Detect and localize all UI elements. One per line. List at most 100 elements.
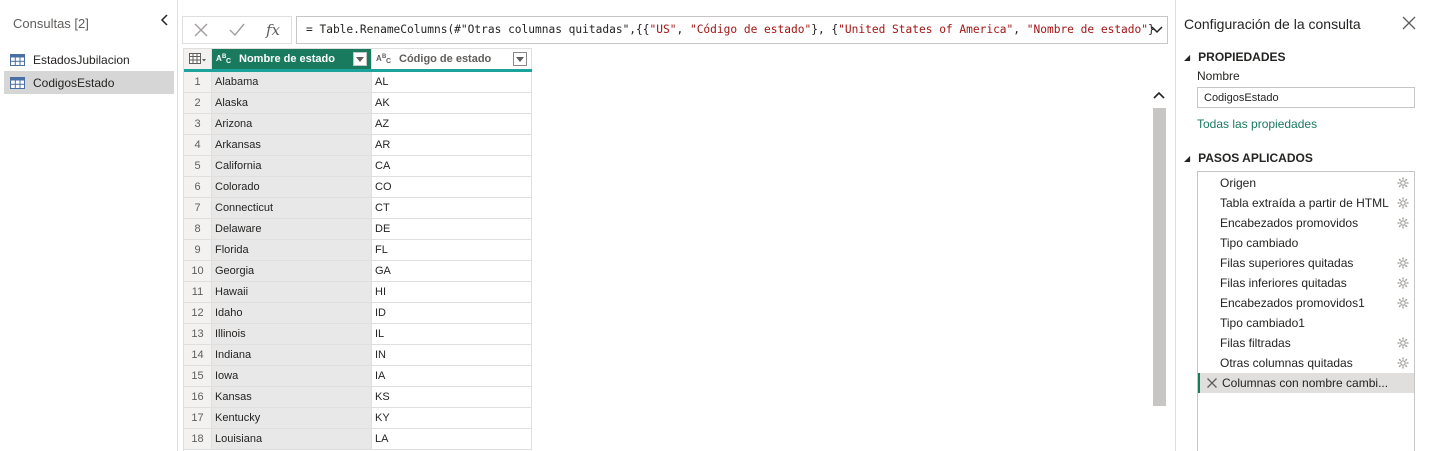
table-row[interactable]: 2 Alaska AK	[184, 93, 532, 114]
applied-step[interactable]: Filas inferiores quitadas	[1198, 273, 1414, 293]
cell-nombre-de-estado[interactable]: Delaware	[212, 219, 372, 239]
applied-step[interactable]: Filas filtradas	[1198, 333, 1414, 353]
cell-codigo-de-estado[interactable]: LA	[372, 429, 532, 449]
cell-nombre-de-estado[interactable]: Georgia	[212, 261, 372, 281]
step-settings-gear-icon[interactable]	[1397, 217, 1409, 229]
query-item-codigosestado[interactable]: CodigosEstado	[4, 71, 174, 94]
table-row[interactable]: 15 Iowa IA	[184, 366, 532, 387]
insert-function-fx-icon[interactable]: fx	[255, 17, 291, 43]
row-number[interactable]: 13	[184, 324, 212, 344]
cell-nombre-de-estado[interactable]: Kentucky	[212, 408, 372, 428]
text-type-icon[interactable]: ABC	[215, 52, 235, 67]
collapse-triangle-icon[interactable]: ◢	[1184, 154, 1190, 163]
row-number[interactable]: 14	[184, 345, 212, 365]
cell-nombre-de-estado[interactable]: Illinois	[212, 324, 372, 344]
table-row[interactable]: 3 Arizona AZ	[184, 114, 532, 135]
delete-step-close-icon[interactable]	[1206, 377, 1218, 389]
applied-step[interactable]: Origen	[1198, 173, 1414, 193]
cell-nombre-de-estado[interactable]: Arkansas	[212, 135, 372, 155]
table-row[interactable]: 8 Delaware DE	[184, 219, 532, 240]
cell-nombre-de-estado[interactable]: Kansas	[212, 387, 372, 407]
cell-nombre-de-estado[interactable]: Florida	[212, 240, 372, 260]
step-settings-gear-icon[interactable]	[1397, 177, 1409, 189]
step-settings-gear-icon[interactable]	[1397, 197, 1409, 209]
cell-nombre-de-estado[interactable]: Iowa	[212, 366, 372, 386]
column-header-codigo-de-estado[interactable]: ABC Código de estado	[372, 48, 532, 69]
row-number[interactable]: 11	[184, 282, 212, 302]
row-number[interactable]: 17	[184, 408, 212, 428]
cell-nombre-de-estado[interactable]: Alabama	[212, 72, 372, 92]
cell-codigo-de-estado[interactable]: IA	[372, 366, 532, 386]
applied-step[interactable]: Tabla extraída a partir de HTML	[1198, 193, 1414, 213]
cell-codigo-de-estado[interactable]: AL	[372, 72, 532, 92]
row-number[interactable]: 7	[184, 198, 212, 218]
table-row[interactable]: 14 Indiana IN	[184, 345, 532, 366]
table-row[interactable]: 5 California CA	[184, 156, 532, 177]
applied-step[interactable]: Tipo cambiado1	[1198, 313, 1414, 333]
cell-codigo-de-estado[interactable]: FL	[372, 240, 532, 260]
row-number[interactable]: 5	[184, 156, 212, 176]
scroll-up-chevron-icon[interactable]	[1152, 86, 1166, 104]
row-number[interactable]: 8	[184, 219, 212, 239]
cell-codigo-de-estado[interactable]: GA	[372, 261, 532, 281]
row-number[interactable]: 9	[184, 240, 212, 260]
scrollbar-thumb[interactable]	[1153, 108, 1166, 406]
cell-codigo-de-estado[interactable]: CA	[372, 156, 532, 176]
applied-steps-section-header[interactable]: ◢ PASOS APLICADOS	[1184, 151, 1313, 165]
commit-formula-check-icon[interactable]	[219, 17, 255, 43]
row-number[interactable]: 15	[184, 366, 212, 386]
table-row[interactable]: 6 Colorado CO	[184, 177, 532, 198]
table-row[interactable]: 11 Hawaii HI	[184, 282, 532, 303]
table-row[interactable]: 12 Idaho ID	[184, 303, 532, 324]
formula-expand-chevron-down-icon[interactable]	[1150, 23, 1164, 37]
filter-dropdown-icon[interactable]	[513, 52, 527, 66]
cell-nombre-de-estado[interactable]: Alaska	[212, 93, 372, 113]
cell-codigo-de-estado[interactable]: AK	[372, 93, 532, 113]
cell-nombre-de-estado[interactable]: Hawaii	[212, 282, 372, 302]
row-number[interactable]: 18	[184, 429, 212, 449]
column-header-nombre-de-estado[interactable]: ABC Nombre de estado	[212, 48, 372, 69]
table-row[interactable]: 10 Georgia GA	[184, 261, 532, 282]
query-name-input[interactable]	[1197, 87, 1415, 108]
cell-nombre-de-estado[interactable]: Idaho	[212, 303, 372, 323]
collapse-queries-chevron-left-icon[interactable]	[157, 13, 173, 33]
step-settings-gear-icon[interactable]	[1397, 277, 1409, 289]
cell-codigo-de-estado[interactable]: IN	[372, 345, 532, 365]
step-settings-gear-icon[interactable]	[1397, 337, 1409, 349]
collapse-triangle-icon[interactable]: ◢	[1184, 53, 1190, 62]
cell-nombre-de-estado[interactable]: Arizona	[212, 114, 372, 134]
applied-step[interactable]: Encabezados promovidos	[1198, 213, 1414, 233]
cell-codigo-de-estado[interactable]: AR	[372, 135, 532, 155]
cell-codigo-de-estado[interactable]: HI	[372, 282, 532, 302]
table-row[interactable]: 4 Arkansas AR	[184, 135, 532, 156]
cell-codigo-de-estado[interactable]: CO	[372, 177, 532, 197]
row-number[interactable]: 6	[184, 177, 212, 197]
vertical-scrollbar[interactable]	[1152, 86, 1166, 406]
close-settings-close-icon[interactable]	[1400, 14, 1418, 32]
filter-dropdown-icon[interactable]	[353, 52, 367, 66]
cell-codigo-de-estado[interactable]: DE	[372, 219, 532, 239]
applied-step[interactable]: Filas superiores quitadas	[1198, 253, 1414, 273]
cancel-formula-close-icon[interactable]	[183, 17, 219, 43]
cell-codigo-de-estado[interactable]: CT	[372, 198, 532, 218]
row-number[interactable]: 1	[184, 72, 212, 92]
applied-step[interactable]: Encabezados promovidos1	[1198, 293, 1414, 313]
cell-codigo-de-estado[interactable]: KS	[372, 387, 532, 407]
row-number[interactable]: 16	[184, 387, 212, 407]
table-row[interactable]: 1 Alabama AL	[184, 72, 532, 93]
step-settings-gear-icon[interactable]	[1397, 297, 1409, 309]
properties-section-header[interactable]: ◢ PROPIEDADES	[1184, 50, 1286, 64]
cell-nombre-de-estado[interactable]: Connecticut	[212, 198, 372, 218]
cell-nombre-de-estado[interactable]: California	[212, 156, 372, 176]
cell-codigo-de-estado[interactable]: AZ	[372, 114, 532, 134]
text-type-icon[interactable]: ABC	[375, 52, 395, 67]
table-row[interactable]: 16 Kansas KS	[184, 387, 532, 408]
row-number[interactable]: 10	[184, 261, 212, 281]
table-row[interactable]: 7 Connecticut CT	[184, 198, 532, 219]
step-settings-gear-icon[interactable]	[1397, 357, 1409, 369]
row-number[interactable]: 4	[184, 135, 212, 155]
applied-step[interactable]: Columnas con nombre cambi...	[1198, 373, 1414, 393]
all-properties-link[interactable]: Todas las propiedades	[1197, 117, 1317, 131]
query-item-estadosjubilacion[interactable]: EstadosJubilacion	[4, 48, 174, 71]
cell-codigo-de-estado[interactable]: ID	[372, 303, 532, 323]
